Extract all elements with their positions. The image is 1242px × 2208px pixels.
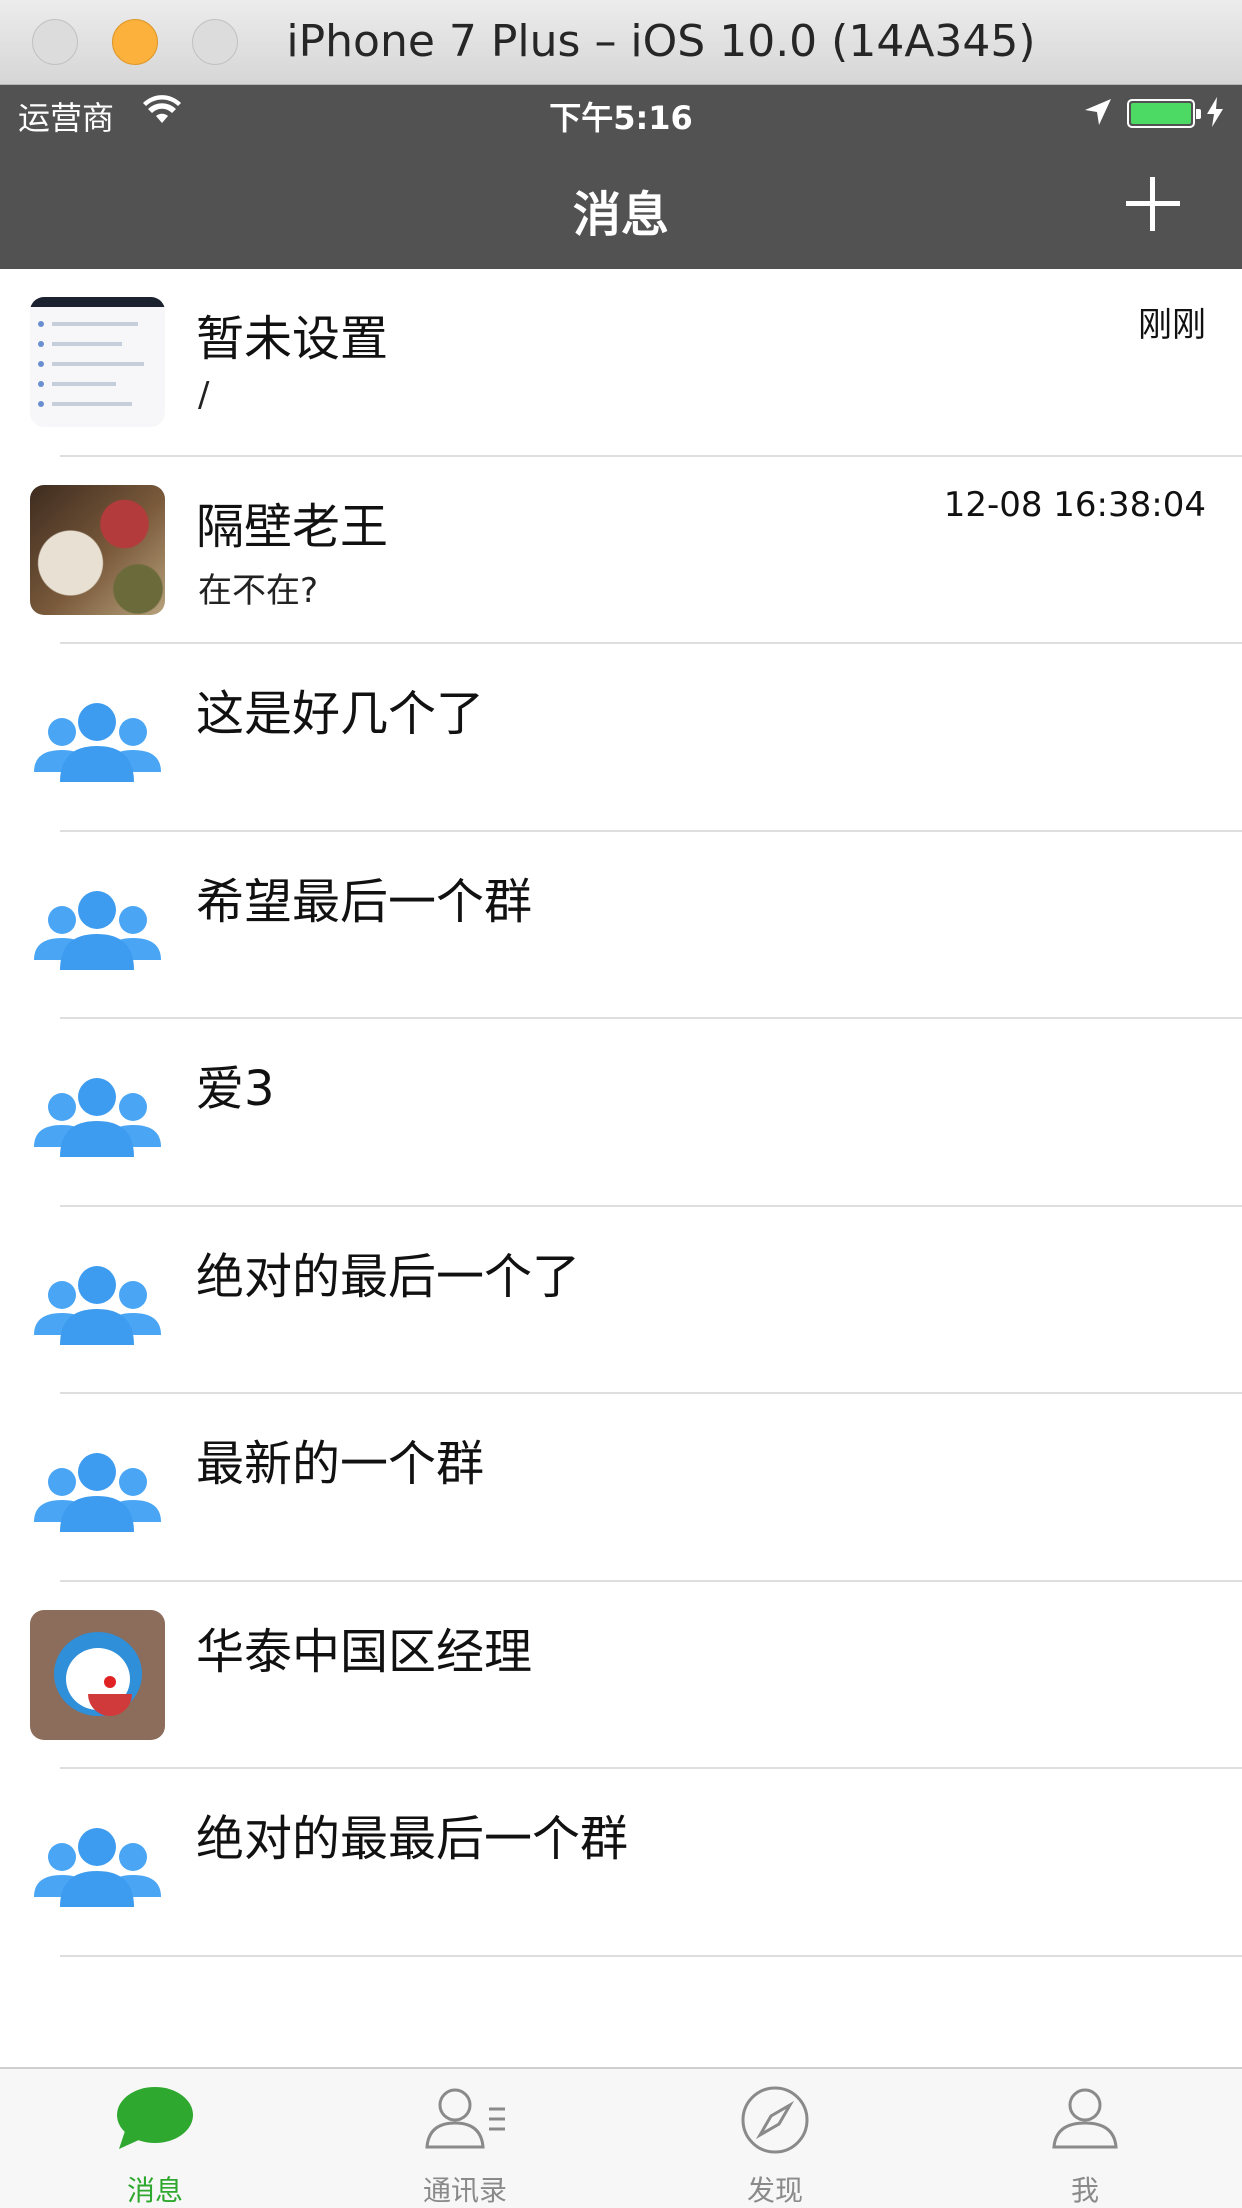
- group-icon: [34, 1828, 161, 1907]
- tab-label: 我: [1070, 2174, 1099, 2207]
- conversation-row[interactable]: 绝对的最最后一个群: [0, 1769, 1242, 1957]
- screenshot-thumbnail: [30, 297, 165, 427]
- add-icon[interactable]: [1122, 173, 1184, 235]
- window-title: iPhone 7 Plus – iOS 10.0 (14A345): [286, 16, 1036, 67]
- conversation-title: 暂未设置: [196, 311, 389, 367]
- conversation-title: 这是好几个了: [196, 686, 485, 742]
- group-icon: [34, 1265, 161, 1345]
- status-time: 下午5:16: [549, 99, 693, 137]
- tab-me[interactable]: 我: [930, 2069, 1240, 2208]
- tab-discover[interactable]: 发现: [620, 2069, 930, 2208]
- tab-label: 发现: [746, 2174, 803, 2207]
- avatar: [30, 484, 165, 615]
- conversation-row[interactable]: 绝对的最后一个了: [0, 1207, 1242, 1394]
- charging-bolt-icon: [1207, 97, 1223, 127]
- tab-messages[interactable]: 消息: [0, 2069, 310, 2208]
- tab-label: 消息: [126, 2174, 183, 2207]
- group-icon: [34, 1078, 161, 1157]
- location-arrow-icon: [1085, 99, 1111, 125]
- conversation-title: 希望最后一个群: [196, 873, 533, 930]
- conversation-time: 12-08 16:38:04: [943, 484, 1206, 525]
- conversation-list: 暂未设置 / 刚刚 隔壁老王 在不在? 12-08 16:38:04 这是好几个…: [0, 269, 1242, 2067]
- group-icon: [34, 890, 161, 970]
- conversation-title: 绝对的最最后一个群: [196, 1811, 629, 1867]
- tab-contacts[interactable]: 通讯录: [310, 2069, 620, 2208]
- conversation-row[interactable]: 希望最后一个群: [0, 832, 1242, 1019]
- conversation-row[interactable]: 最新的一个群: [0, 1394, 1242, 1582]
- avatar: [30, 1609, 165, 1740]
- tab-bar: 消息 通讯录 发现 我: [0, 2067, 1242, 2208]
- conversation-time: 刚刚: [1138, 305, 1206, 345]
- conversation-row[interactable]: 华泰中国区经理: [0, 1582, 1242, 1769]
- group-icon: [34, 703, 161, 782]
- conversation-preview: 在不在?: [198, 570, 319, 611]
- conversation-title: 隔壁老王: [196, 498, 389, 555]
- conversation-row[interactable]: 暂未设置 / 刚刚: [0, 269, 1242, 457]
- person-icon: [1052, 2088, 1118, 2149]
- contacts-icon: [425, 2088, 505, 2149]
- navigation-bar: 消息: [0, 139, 1242, 269]
- group-icon: [34, 1453, 161, 1532]
- conversation-title: 爱3: [196, 1061, 275, 1117]
- simulator-title-bar: iPhone 7 Plus – iOS 10.0 (14A345): [0, 0, 1242, 85]
- conversation-row[interactable]: 这是好几个了: [0, 644, 1242, 832]
- tab-label: 通讯录: [422, 2174, 507, 2207]
- status-bar: 运营商 下午5:16: [0, 85, 1242, 139]
- conversation-row[interactable]: 爱3: [0, 1019, 1242, 1207]
- conversation-title: 华泰中国区经理: [196, 1623, 533, 1680]
- conversation-title: 最新的一个群: [196, 1436, 485, 1492]
- conversation-preview: /: [198, 375, 210, 415]
- page-title: 消息: [572, 187, 669, 243]
- compass-icon: [741, 2086, 809, 2154]
- chat-bubble-icon: [117, 2087, 193, 2149]
- conversation-title: 绝对的最后一个了: [196, 1248, 581, 1305]
- conversation-row[interactable]: 隔壁老王 在不在? 12-08 16:38:04: [0, 457, 1242, 644]
- battery-icon: [1127, 99, 1201, 128]
